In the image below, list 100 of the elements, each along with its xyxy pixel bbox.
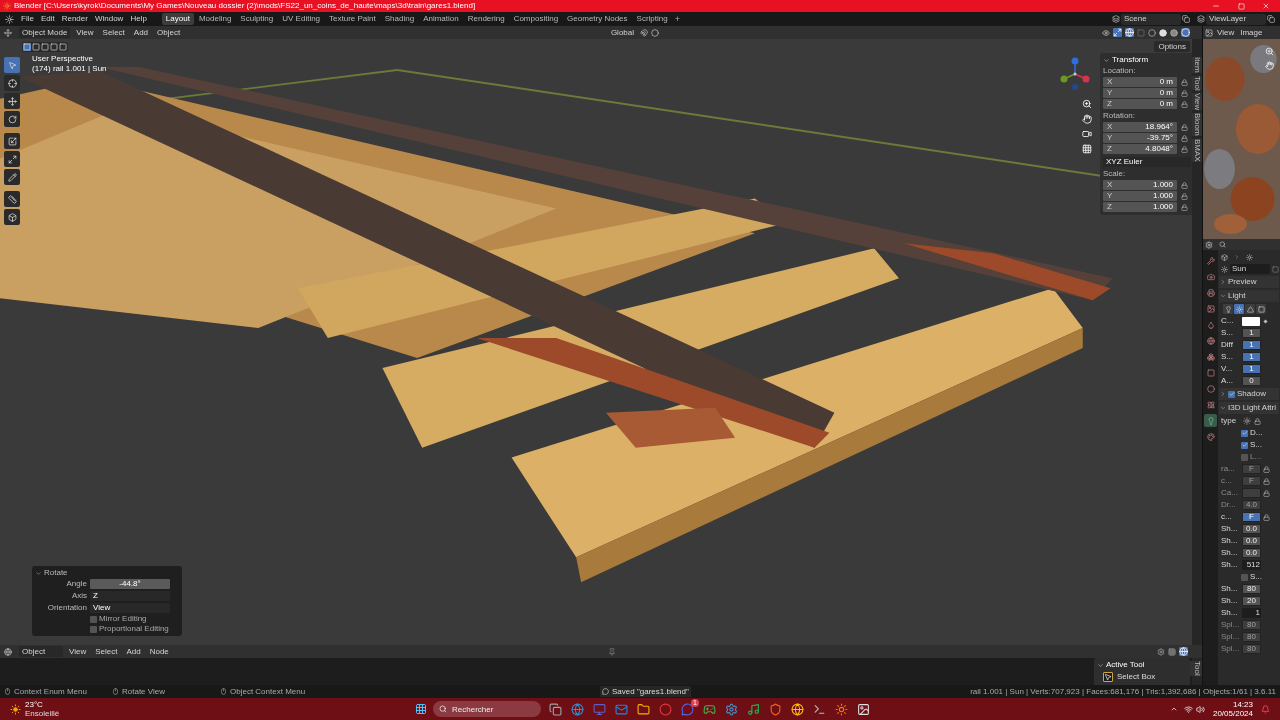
sun-icon[interactable] <box>1243 417 1251 425</box>
gear-icon[interactable] <box>1205 240 1213 249</box>
lock-icon[interactable] <box>1263 513 1270 521</box>
number-field[interactable]: X 18.964° <box>1103 122 1177 132</box>
add-workspace-button[interactable]: + <box>672 14 682 24</box>
chevron-icon[interactable] <box>1097 661 1104 669</box>
keyframe-icon[interactable] <box>1263 318 1268 324</box>
menu-item[interactable]: Image <box>1238 28 1265 37</box>
terminal-icon[interactable] <box>813 702 826 716</box>
workspace-tab[interactable]: Scripting <box>632 13 672 25</box>
lock-icon[interactable] <box>1181 78 1188 86</box>
clock[interactable]: 14:23 20/05/2024 <box>1212 700 1253 718</box>
image-icon[interactable] <box>1205 28 1213 37</box>
scale-tool[interactable] <box>4 133 20 149</box>
workspace-tab[interactable]: Layout <box>161 13 194 25</box>
gear-icon[interactable] <box>725 702 738 716</box>
zoom-icon[interactable] <box>1082 99 1092 109</box>
checkbox[interactable] <box>1228 390 1235 398</box>
lightbulb-tab[interactable] <box>1204 414 1217 427</box>
network-icon[interactable] <box>1183 704 1193 714</box>
atom-tab[interactable] <box>1204 398 1217 411</box>
shield-icon[interactable] <box>769 702 782 716</box>
section-header[interactable]: Preview <box>1219 276 1279 288</box>
section-header[interactable]: I3D Light Attri <box>1219 402 1279 414</box>
globe-icon[interactable] <box>571 702 584 716</box>
move-icon[interactable] <box>4 28 12 37</box>
number-field[interactable]: 80 <box>1242 584 1261 594</box>
gamepad-icon[interactable] <box>703 702 716 716</box>
lock-icon[interactable] <box>1181 123 1188 131</box>
menu-item[interactable]: Select <box>92 647 121 656</box>
overlay-icon[interactable] <box>1125 28 1134 37</box>
lightbulb-button[interactable] <box>1223 304 1233 314</box>
cube-icon[interactable] <box>1221 253 1228 261</box>
lock-icon[interactable] <box>1181 89 1188 97</box>
number-field[interactable] <box>1242 488 1261 498</box>
transform-tool[interactable] <box>4 151 20 167</box>
crosshair-tool[interactable] <box>4 75 20 91</box>
number-field[interactable]: 0.0 <box>1242 548 1261 558</box>
temperature[interactable]: 23°C <box>25 700 60 709</box>
image-tab[interactable] <box>1204 302 1217 315</box>
square-button[interactable] <box>1256 304 1266 314</box>
circle-icon[interactable] <box>651 28 659 37</box>
cube-tool[interactable] <box>4 209 20 225</box>
mail-icon[interactable] <box>615 702 628 716</box>
image-icon[interactable] <box>857 702 870 716</box>
gear-icon[interactable] <box>1157 647 1165 656</box>
rendered-shading-icon[interactable] <box>1181 28 1190 37</box>
globe-icon[interactable] <box>4 647 12 656</box>
workspace-tab[interactable]: Geometry Nodes <box>563 13 632 25</box>
eye-icon[interactable] <box>1102 28 1110 37</box>
dropdown[interactable]: 512 <box>1242 560 1261 570</box>
dropdown[interactable]: 1 <box>1242 608 1261 618</box>
checkbox[interactable] <box>1241 573 1248 581</box>
number-field[interactable]: X 1.000 <box>1103 180 1177 190</box>
menu-item[interactable]: Add <box>123 647 144 656</box>
number-field[interactable]: Z 1.000 <box>1103 202 1177 212</box>
folder-icon[interactable] <box>637 702 650 716</box>
menu-item[interactable]: Select <box>99 28 128 37</box>
wireframe-shading-icon[interactable] <box>1148 28 1156 37</box>
color-swatch[interactable] <box>1242 316 1260 326</box>
menu-item[interactable]: Help <box>127 13 150 25</box>
sun-icon[interactable] <box>1221 265 1228 273</box>
sun-icon[interactable] <box>1246 253 1253 261</box>
dropdown[interactable]: View <box>90 603 170 613</box>
number-field[interactable]: X 0 m <box>1103 77 1177 87</box>
number-field[interactable]: 0.0 <box>1242 536 1261 546</box>
orientation-dropdown[interactable]: Global <box>607 27 637 38</box>
ring-icon[interactable] <box>659 702 672 716</box>
copy-icon[interactable] <box>1267 15 1275 23</box>
number-field[interactable]: Z 4.8048° <box>1103 144 1177 154</box>
menu-item[interactable]: Add <box>130 28 152 37</box>
workspace-tab[interactable]: UV Editing <box>278 13 325 25</box>
checkbox[interactable] <box>1241 429 1248 437</box>
copy-icon[interactable] <box>1182 15 1190 23</box>
cursor-tool[interactable] <box>4 57 20 73</box>
number-field[interactable]: 1 <box>1242 364 1261 374</box>
section-header[interactable]: Shadow <box>1219 388 1279 400</box>
boxes-tab[interactable] <box>1204 350 1217 363</box>
panel-title[interactable]: Active Tool <box>1106 661 1145 669</box>
workspace-tab[interactable]: Animation <box>419 13 463 25</box>
menu-item[interactable]: Render <box>58 13 91 25</box>
number-field[interactable]: 1 <box>1242 352 1261 362</box>
printer-tab[interactable] <box>1204 286 1217 299</box>
chevron-icon[interactable] <box>1103 56 1110 64</box>
hand-icon[interactable] <box>1082 114 1092 124</box>
axis-gizmo[interactable] <box>1058 57 1092 91</box>
triangle-button[interactable] <box>1245 304 1255 314</box>
palette-tab[interactable] <box>1204 430 1217 443</box>
number-field[interactable]: 0.0 <box>1242 524 1261 534</box>
shader-type-dropdown[interactable]: Object <box>19 646 63 657</box>
lock-icon[interactable] <box>1181 192 1188 200</box>
lock-icon[interactable] <box>1181 134 1188 142</box>
music-icon[interactable] <box>747 702 760 716</box>
square-tab[interactable] <box>1204 366 1217 379</box>
circle-tab[interactable] <box>1204 382 1217 395</box>
scene-field[interactable]: Scene <box>1121 13 1181 25</box>
chevron-icon[interactable] <box>35 569 42 577</box>
number-field[interactable]: 20 <box>1242 596 1261 606</box>
weather-icon[interactable] <box>10 703 21 715</box>
workspace-tab[interactable]: Texture Paint <box>325 13 380 25</box>
